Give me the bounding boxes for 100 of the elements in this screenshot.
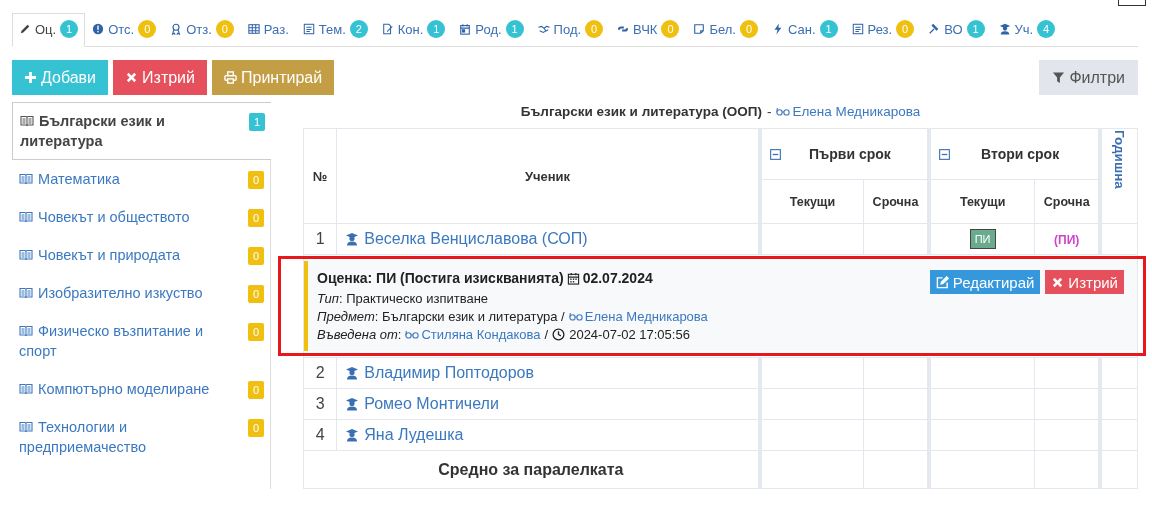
delete-button[interactable]: Изтрий xyxy=(1045,270,1124,294)
subject-item[interactable]: Човекът и обществото 0 xyxy=(12,198,270,236)
subject-item[interactable]: Български език и литература 1 xyxy=(12,102,271,160)
tab[interactable]: Оц. 1 xyxy=(12,13,86,47)
student-icon xyxy=(345,396,360,411)
handshake-icon xyxy=(537,23,550,35)
column-header: № xyxy=(303,128,337,224)
subject-item[interactable]: Физическо възпитание и спорт 0 xyxy=(12,312,270,370)
count-badge: 0 xyxy=(896,20,915,38)
count-badge: 4 xyxy=(1037,20,1056,38)
subject-item[interactable]: Компютърно моделиране 0 xyxy=(12,370,270,408)
count-badge: 1 xyxy=(819,20,838,38)
column-header: Втори срок xyxy=(980,146,1061,162)
tab[interactable]: Сан. 1 xyxy=(764,13,845,47)
count-badge: 0 xyxy=(138,20,157,38)
count-badge: 0 xyxy=(247,419,264,437)
book-icon xyxy=(19,211,33,223)
tab[interactable]: Тем. 2 xyxy=(295,13,375,47)
row-number: 3 xyxy=(303,388,337,420)
tab[interactable]: Раз. xyxy=(240,13,296,47)
glasses-icon xyxy=(776,107,791,116)
subject-item[interactable]: Математика 0 xyxy=(12,160,270,198)
count-badge: 0 xyxy=(247,171,264,189)
clock-icon xyxy=(552,328,566,341)
count-badge: 0 xyxy=(661,20,680,38)
grade-badge[interactable]: ПИ xyxy=(969,229,996,249)
detail-text: Предмет: Български език и литература / xyxy=(317,309,565,324)
print-button[interactable]: Принтирай xyxy=(212,60,335,95)
tab[interactable]: Отз. 0 xyxy=(163,13,241,47)
student-icon xyxy=(998,23,1011,35)
teacher-link[interactable]: Елена Медникарова xyxy=(776,104,921,119)
teacher-link[interactable]: Стиляна Кондакова xyxy=(405,327,541,342)
timestamp: 2024-07-02 17:05:56 xyxy=(569,327,690,342)
separator-text: / xyxy=(544,327,549,342)
table-icon xyxy=(247,23,260,35)
column-header: Текущи xyxy=(759,179,864,224)
book-icon xyxy=(19,421,33,433)
detail-text: Въведена от: xyxy=(317,327,402,342)
subject-item[interactable]: Човекът и природата 0 xyxy=(12,236,270,274)
count-badge: 2 xyxy=(349,20,368,38)
list-icon xyxy=(302,23,315,35)
tab[interactable]: Бел. 0 xyxy=(686,13,765,47)
count-badge: 0 xyxy=(215,20,234,38)
award-icon xyxy=(170,23,183,35)
grade-title: Оценка: ПИ (Постига изискванията) xyxy=(317,270,564,286)
row-number: 2 xyxy=(303,357,337,389)
count-badge: 0 xyxy=(247,247,264,265)
teacher-link[interactable]: Елена Медникарова xyxy=(568,309,708,324)
row-number: 4 xyxy=(303,419,337,451)
printer-icon xyxy=(224,71,237,84)
average-label: Средно за паралелката xyxy=(303,450,760,489)
book-icon xyxy=(19,249,33,261)
tab[interactable]: Отс. 0 xyxy=(85,13,164,47)
student-icon xyxy=(345,427,360,442)
count-badge: 0 xyxy=(247,381,264,399)
term-grade: (ПИ) xyxy=(1054,232,1080,247)
tab[interactable]: Рез. 0 xyxy=(844,13,922,47)
link-icon xyxy=(617,23,630,35)
count-badge: 1 xyxy=(427,20,446,38)
calendar-icon xyxy=(566,271,580,285)
student-icon xyxy=(345,231,360,246)
note-icon xyxy=(693,23,706,35)
filter-icon xyxy=(1052,71,1066,84)
alert-icon xyxy=(92,23,105,35)
tab[interactable]: Уч. 4 xyxy=(991,13,1063,47)
tab[interactable]: Кон. 1 xyxy=(374,13,453,47)
grade-date: 02.07.2024 xyxy=(582,270,653,286)
glasses-icon xyxy=(568,312,583,321)
count-badge: 0 xyxy=(247,323,264,341)
tab[interactable]: Под. 0 xyxy=(530,13,611,47)
tab[interactable]: ВО 1 xyxy=(921,13,992,47)
detail-text: Тип: Практическо изпитване xyxy=(317,291,489,306)
count-badge: 1 xyxy=(60,20,79,38)
student-icon xyxy=(345,365,360,380)
book-icon xyxy=(19,173,33,185)
table-title: Български език и литература (ООП) xyxy=(520,104,762,119)
count-badge: 1 xyxy=(505,20,524,38)
tab[interactable]: ВЧК 0 xyxy=(610,13,687,47)
collapse-icon[interactable] xyxy=(769,148,781,160)
count-badge: 1 xyxy=(248,113,265,131)
tab[interactable]: Род. 1 xyxy=(452,13,531,47)
collapse-icon[interactable] xyxy=(939,148,950,160)
count-badge: 0 xyxy=(247,209,264,227)
delete-button[interactable]: Изтрий xyxy=(113,60,207,95)
count-badge: 0 xyxy=(247,285,264,303)
count-badge: 1 xyxy=(966,20,985,38)
close-icon xyxy=(125,71,139,84)
hammer-icon xyxy=(928,23,941,35)
subject-item[interactable]: Изобразително изкуство 0 xyxy=(12,274,270,312)
filter-button[interactable]: Филтри xyxy=(1039,60,1138,95)
count-badge: 0 xyxy=(739,20,758,38)
subject-item[interactable]: Технологии и предприемачество 0 xyxy=(12,408,270,466)
column-header: Първи срок xyxy=(807,146,892,162)
glasses-icon xyxy=(405,330,420,339)
doc-icon xyxy=(381,23,394,35)
plus-icon xyxy=(24,71,37,84)
student-link[interactable]: Яна Лудешка xyxy=(345,425,464,444)
close-icon xyxy=(1051,275,1065,289)
edit-button[interactable]: Редактирай xyxy=(929,270,1041,294)
row-number: 1 xyxy=(303,223,337,255)
